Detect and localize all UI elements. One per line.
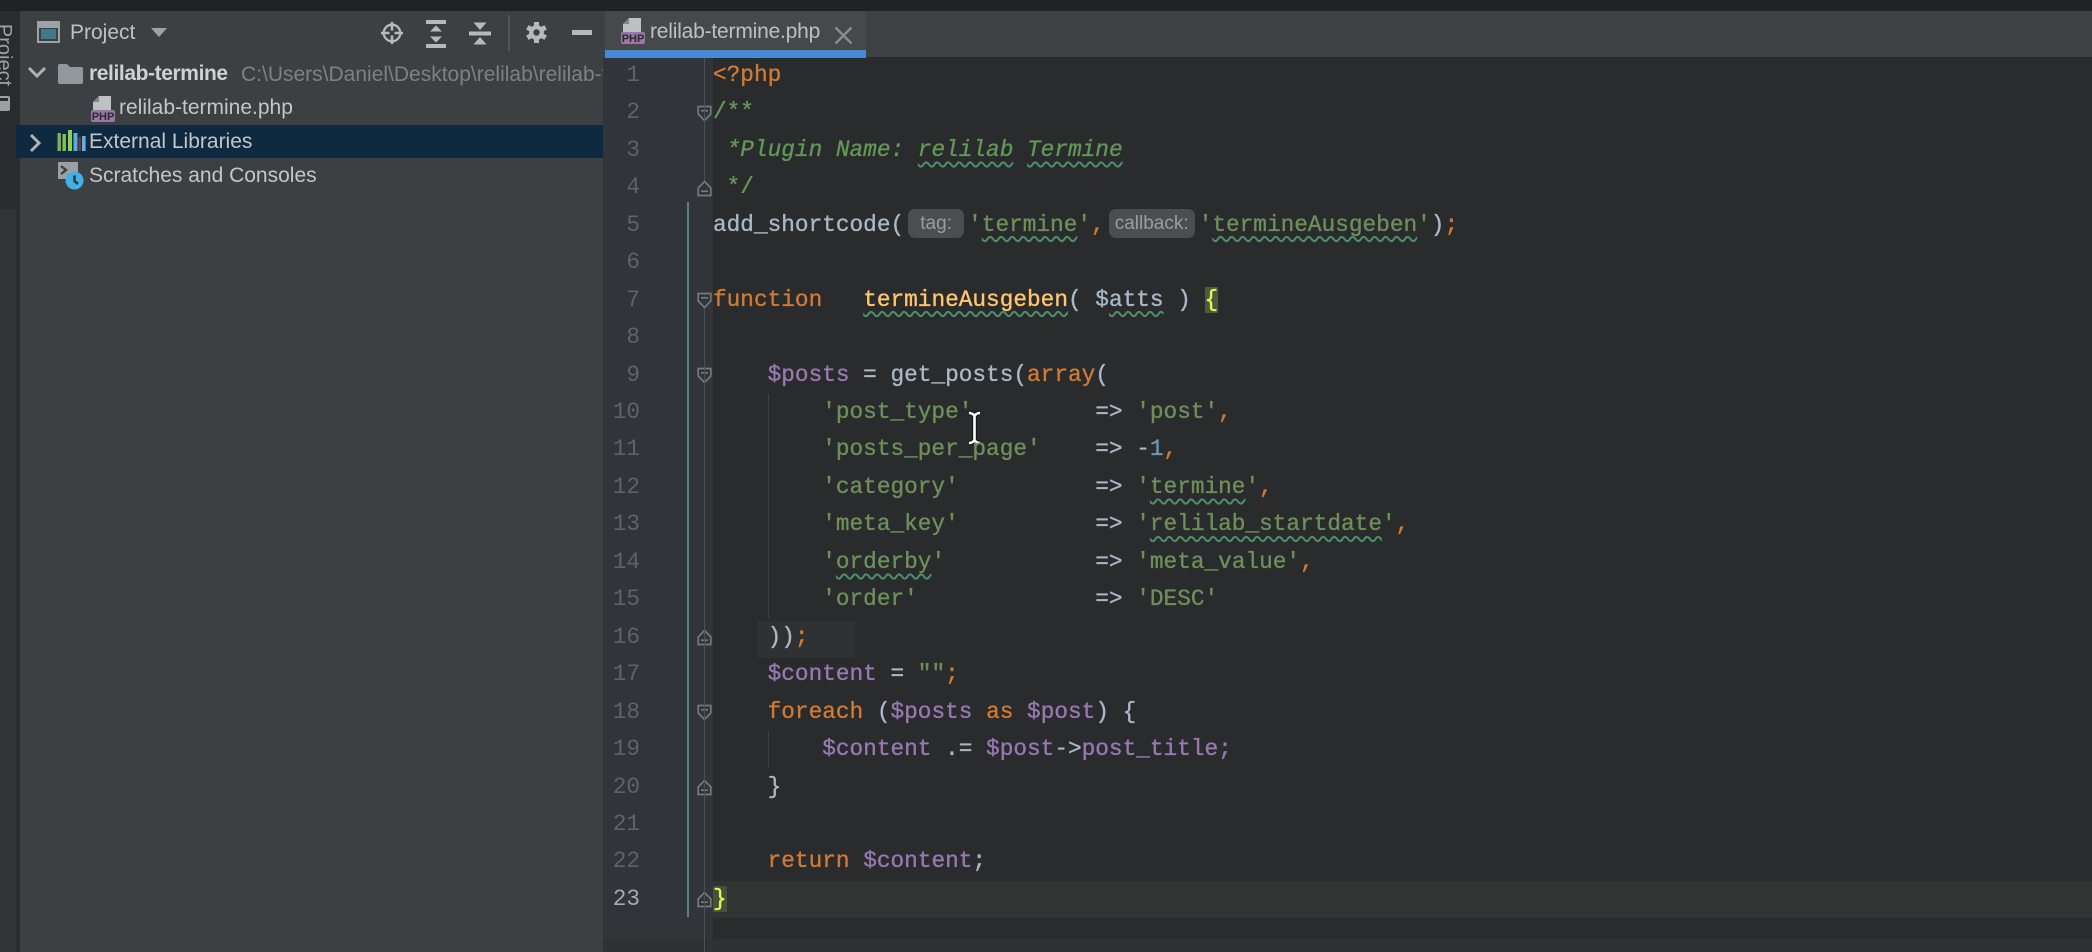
svg-text:PHP: PHP [622, 33, 645, 45]
svg-text:PHP: PHP [92, 111, 115, 123]
